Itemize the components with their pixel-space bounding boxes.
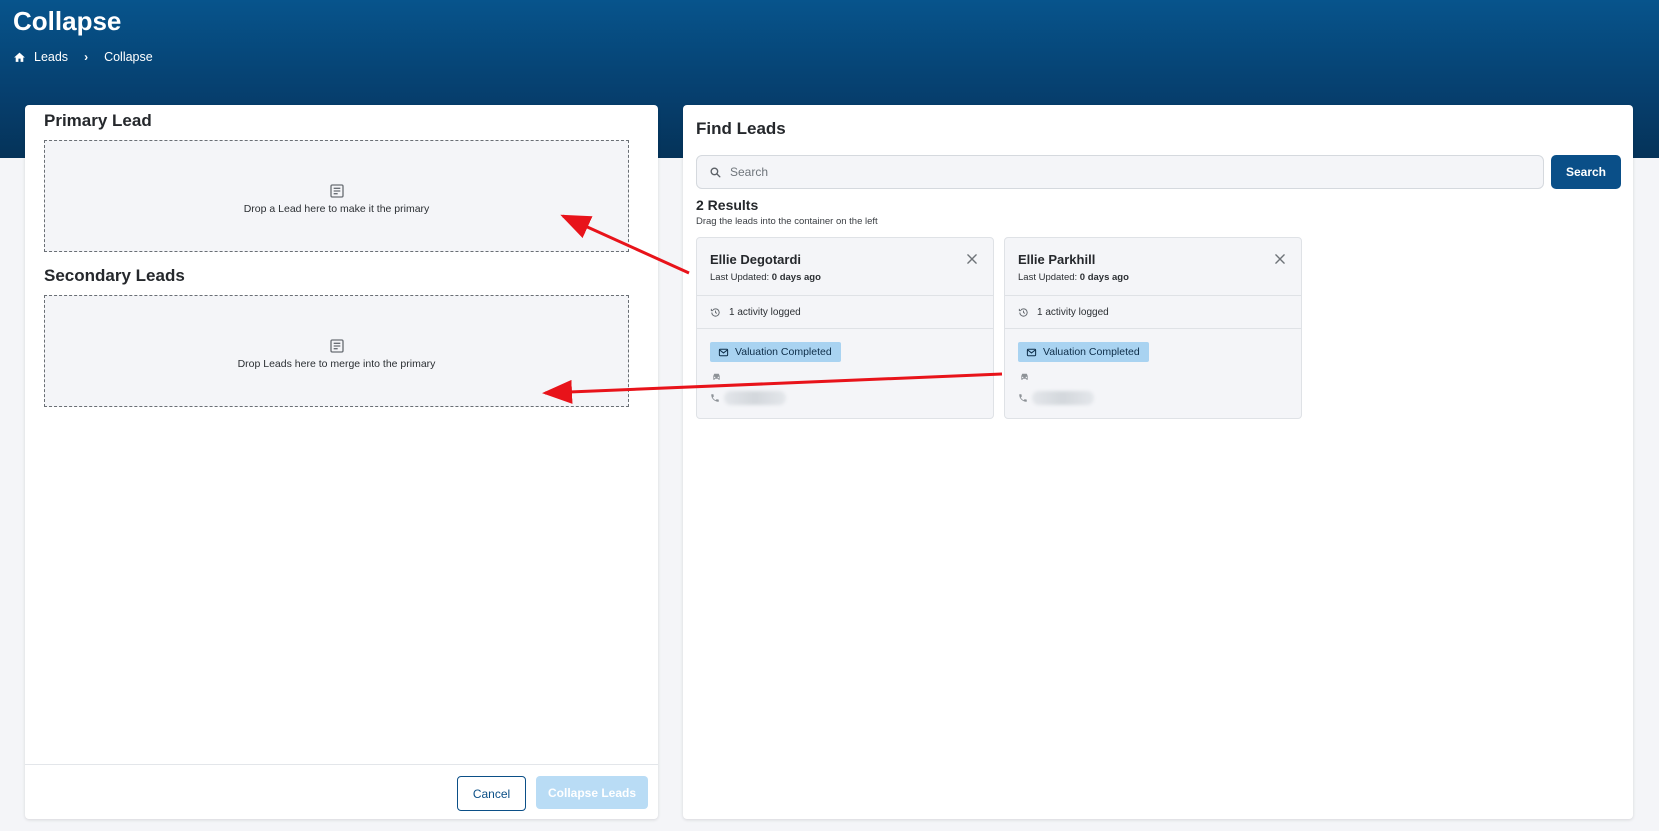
search-button[interactable]: Search <box>1551 155 1621 189</box>
divider <box>697 295 993 296</box>
results-count: 2 Results <box>696 197 759 213</box>
panel-footer: Cancel Collapse Leads <box>25 764 658 819</box>
mail-icon <box>1026 348 1037 356</box>
lead-name: Ellie Parkhill <box>1018 252 1096 267</box>
activity-text: 1 activity logged <box>729 307 801 318</box>
lead-card[interactable]: Ellie Degotardi Last Updated: 0 days ago… <box>696 237 994 419</box>
status-badge: Valuation Completed <box>710 342 841 362</box>
divider <box>697 328 993 329</box>
chevron-right-icon: › <box>84 50 89 64</box>
breadcrumb-collapse: Collapse <box>104 50 153 64</box>
collapse-leads-button[interactable]: Collapse Leads <box>536 776 648 809</box>
car-icon <box>713 373 720 380</box>
page-title: Collapse <box>13 6 122 36</box>
find-leads-panel: Find Leads Search 2 Results Drag the lea… <box>683 105 1633 819</box>
status-text: Valuation Completed <box>1043 346 1140 358</box>
breadcrumb-leads[interactable]: Leads <box>34 50 68 64</box>
cancel-button[interactable]: Cancel <box>457 776 526 811</box>
last-updated-label: Last Updated: <box>1018 272 1078 283</box>
search-input[interactable] <box>730 165 1530 179</box>
status-badge: Valuation Completed <box>1018 342 1149 362</box>
last-updated-value: 0 days ago <box>771 272 821 283</box>
note-icon <box>329 184 344 198</box>
find-leads-title: Find Leads <box>696 119 786 138</box>
last-updated: Last Updated: 0 days ago <box>710 272 821 283</box>
close-icon[interactable] <box>1273 252 1287 266</box>
history-icon <box>1018 308 1028 317</box>
phone-row <box>1018 391 1094 405</box>
phone-icon <box>1019 394 1027 402</box>
last-updated-label: Last Updated: <box>710 272 770 283</box>
lead-name: Ellie Degotardi <box>710 252 802 267</box>
phone-row <box>710 391 786 405</box>
search-icon <box>710 166 721 178</box>
phone-icon <box>711 394 719 402</box>
collapse-panel: Primary Lead Drop a Lead here to make it… <box>25 105 658 819</box>
car-icon <box>1021 373 1028 380</box>
activity-text: 1 activity logged <box>1037 307 1109 318</box>
close-icon[interactable] <box>965 252 979 266</box>
phone-number-redacted <box>1032 391 1094 405</box>
activity-row: 1 activity logged <box>710 307 801 318</box>
divider <box>1005 295 1301 296</box>
primary-lead-title: Primary Lead <box>44 111 152 130</box>
activity-row: 1 activity logged <box>1018 307 1109 318</box>
breadcrumb: Leads › Collapse <box>13 50 153 64</box>
secondary-leads-dropzone[interactable]: Drop Leads here to merge into the primar… <box>44 295 629 407</box>
search-box[interactable] <box>696 155 1544 189</box>
secondary-drop-text: Drop Leads here to merge into the primar… <box>237 358 436 370</box>
note-icon <box>329 339 344 353</box>
primary-drop-text: Drop a Lead here to make it the primary <box>243 203 430 215</box>
phone-number-redacted <box>724 391 786 405</box>
lead-card[interactable]: Ellie Parkhill Last Updated: 0 days ago … <box>1004 237 1302 419</box>
secondary-leads-title: Secondary Leads <box>44 266 185 285</box>
divider <box>1005 328 1301 329</box>
last-updated-value: 0 days ago <box>1079 272 1129 283</box>
home-icon[interactable] <box>13 51 26 64</box>
primary-lead-dropzone[interactable]: Drop a Lead here to make it the primary <box>44 140 629 252</box>
status-text: Valuation Completed <box>735 346 832 358</box>
last-updated: Last Updated: 0 days ago <box>1018 272 1129 283</box>
mail-icon <box>718 348 729 356</box>
results-hint: Drag the leads into the container on the… <box>696 216 878 227</box>
history-icon <box>710 308 720 317</box>
